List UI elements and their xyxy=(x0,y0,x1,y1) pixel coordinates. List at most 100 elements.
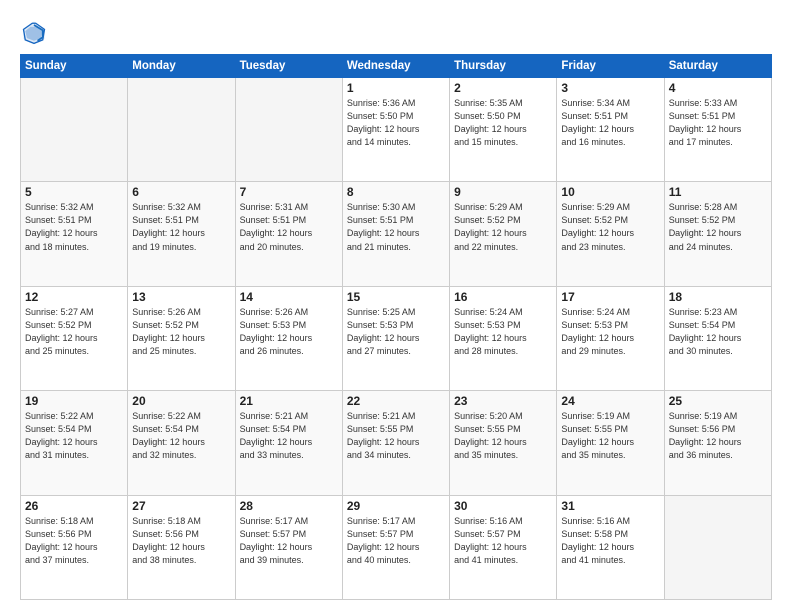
day-number: 21 xyxy=(240,394,338,408)
calendar-cell: 30 Sunrise: 5:16 AM Sunset: 5:57 PM Dayli… xyxy=(450,495,557,599)
weekday-header-friday: Friday xyxy=(557,55,664,78)
calendar-cell: 26 Sunrise: 5:18 AM Sunset: 5:56 PM Dayli… xyxy=(21,495,128,599)
calendar-cell: 9 Sunrise: 5:29 AM Sunset: 5:52 PM Daylig… xyxy=(450,182,557,286)
day-info: Sunrise: 5:18 AM Sunset: 5:56 PM Dayligh… xyxy=(25,515,123,567)
calendar-cell: 18Sunrise: 5:23 AM Sunset: 5:54 PM Dayli… xyxy=(664,286,771,390)
calendar-week-row: 1 Sunrise: 5:36 AM Sunset: 5:50 PM Daylig… xyxy=(21,78,772,182)
logo xyxy=(20,18,52,46)
day-info: Sunrise: 5:26 AM Sunset: 5:52 PM Dayligh… xyxy=(132,306,230,358)
calendar-table: SundayMondayTuesdayWednesdayThursdayFrid… xyxy=(20,54,772,600)
calendar-cell: 12 Sunrise: 5:27 AM Sunset: 5:52 PM Dayli… xyxy=(21,286,128,390)
day-number: 24 xyxy=(561,394,659,408)
day-number: 15 xyxy=(347,290,445,304)
calendar-week-row: 19 Sunrise: 5:22 AM Sunset: 5:54 PM Dayli… xyxy=(21,391,772,495)
day-number: 2 xyxy=(454,81,552,95)
day-number: 29 xyxy=(347,499,445,513)
calendar-cell xyxy=(21,78,128,182)
day-info: Sunrise: 5:22 AM Sunset: 5:54 PM Dayligh… xyxy=(25,410,123,462)
calendar-cell: 24Sunrise: 5:19 AM Sunset: 5:55 PM Dayli… xyxy=(557,391,664,495)
weekday-header-saturday: Saturday xyxy=(664,55,771,78)
calendar-cell xyxy=(664,495,771,599)
page: SundayMondayTuesdayWednesdayThursdayFrid… xyxy=(0,0,792,612)
calendar-cell: 6 Sunrise: 5:32 AM Sunset: 5:51 PM Daylig… xyxy=(128,182,235,286)
calendar-cell: 29 Sunrise: 5:17 AM Sunset: 5:57 PM Dayli… xyxy=(342,495,449,599)
day-number: 7 xyxy=(240,185,338,199)
calendar-cell: 25 Sunrise: 5:19 AM Sunset: 5:56 PM Dayli… xyxy=(664,391,771,495)
calendar-week-row: 5 Sunrise: 5:32 AM Sunset: 5:51 PM Daylig… xyxy=(21,182,772,286)
calendar-week-row: 12 Sunrise: 5:27 AM Sunset: 5:52 PM Dayli… xyxy=(21,286,772,390)
day-info: Sunrise: 5:20 AM Sunset: 5:55 PM Dayligh… xyxy=(454,410,552,462)
calendar-cell: 5 Sunrise: 5:32 AM Sunset: 5:51 PM Daylig… xyxy=(21,182,128,286)
day-number: 4 xyxy=(669,81,767,95)
day-number: 19 xyxy=(25,394,123,408)
day-number: 22 xyxy=(347,394,445,408)
calendar-cell: 14 Sunrise: 5:26 AM Sunset: 5:53 PM Dayli… xyxy=(235,286,342,390)
calendar-cell: 21 Sunrise: 5:21 AM Sunset: 5:54 PM Dayli… xyxy=(235,391,342,495)
day-info: Sunrise: 5:18 AM Sunset: 5:56 PM Dayligh… xyxy=(132,515,230,567)
weekday-header-row: SundayMondayTuesdayWednesdayThursdayFrid… xyxy=(21,55,772,78)
day-info: Sunrise: 5:35 AM Sunset: 5:50 PM Dayligh… xyxy=(454,97,552,149)
weekday-header-wednesday: Wednesday xyxy=(342,55,449,78)
day-info: Sunrise: 5:17 AM Sunset: 5:57 PM Dayligh… xyxy=(347,515,445,567)
day-info: Sunrise: 5:33 AM Sunset: 5:51 PM Dayligh… xyxy=(669,97,767,149)
calendar-cell xyxy=(235,78,342,182)
calendar-cell: 22 Sunrise: 5:21 AM Sunset: 5:55 PM Dayli… xyxy=(342,391,449,495)
header xyxy=(20,18,772,46)
day-info: Sunrise: 5:21 AM Sunset: 5:54 PM Dayligh… xyxy=(240,410,338,462)
day-info: Sunrise: 5:32 AM Sunset: 5:51 PM Dayligh… xyxy=(132,201,230,253)
day-info: Sunrise: 5:29 AM Sunset: 5:52 PM Dayligh… xyxy=(561,201,659,253)
day-info: Sunrise: 5:30 AM Sunset: 5:51 PM Dayligh… xyxy=(347,201,445,253)
day-number: 31 xyxy=(561,499,659,513)
logo-icon xyxy=(20,18,48,46)
day-number: 11 xyxy=(669,185,767,199)
calendar-cell: 20 Sunrise: 5:22 AM Sunset: 5:54 PM Dayli… xyxy=(128,391,235,495)
day-info: Sunrise: 5:22 AM Sunset: 5:54 PM Dayligh… xyxy=(132,410,230,462)
day-number: 28 xyxy=(240,499,338,513)
calendar-cell: 15 Sunrise: 5:25 AM Sunset: 5:53 PM Dayli… xyxy=(342,286,449,390)
weekday-header-tuesday: Tuesday xyxy=(235,55,342,78)
calendar-cell: 31 Sunrise: 5:16 AM Sunset: 5:58 PM Dayli… xyxy=(557,495,664,599)
calendar-cell: 10Sunrise: 5:29 AM Sunset: 5:52 PM Dayli… xyxy=(557,182,664,286)
calendar-cell: 2 Sunrise: 5:35 AM Sunset: 5:50 PM Daylig… xyxy=(450,78,557,182)
calendar-cell: 1 Sunrise: 5:36 AM Sunset: 5:50 PM Daylig… xyxy=(342,78,449,182)
calendar-cell: 8 Sunrise: 5:30 AM Sunset: 5:51 PM Daylig… xyxy=(342,182,449,286)
day-number: 23 xyxy=(454,394,552,408)
day-number: 18 xyxy=(669,290,767,304)
day-number: 3 xyxy=(561,81,659,95)
day-number: 30 xyxy=(454,499,552,513)
day-info: Sunrise: 5:19 AM Sunset: 5:56 PM Dayligh… xyxy=(669,410,767,462)
calendar-cell: 11Sunrise: 5:28 AM Sunset: 5:52 PM Dayli… xyxy=(664,182,771,286)
day-info: Sunrise: 5:16 AM Sunset: 5:57 PM Dayligh… xyxy=(454,515,552,567)
day-info: Sunrise: 5:16 AM Sunset: 5:58 PM Dayligh… xyxy=(561,515,659,567)
day-number: 20 xyxy=(132,394,230,408)
day-number: 9 xyxy=(454,185,552,199)
day-number: 8 xyxy=(347,185,445,199)
day-number: 1 xyxy=(347,81,445,95)
calendar-cell: 28Sunrise: 5:17 AM Sunset: 5:57 PM Dayli… xyxy=(235,495,342,599)
day-number: 14 xyxy=(240,290,338,304)
day-number: 6 xyxy=(132,185,230,199)
weekday-header-monday: Monday xyxy=(128,55,235,78)
day-info: Sunrise: 5:25 AM Sunset: 5:53 PM Dayligh… xyxy=(347,306,445,358)
day-info: Sunrise: 5:27 AM Sunset: 5:52 PM Dayligh… xyxy=(25,306,123,358)
day-info: Sunrise: 5:24 AM Sunset: 5:53 PM Dayligh… xyxy=(454,306,552,358)
day-info: Sunrise: 5:24 AM Sunset: 5:53 PM Dayligh… xyxy=(561,306,659,358)
weekday-header-sunday: Sunday xyxy=(21,55,128,78)
calendar-week-row: 26 Sunrise: 5:18 AM Sunset: 5:56 PM Dayli… xyxy=(21,495,772,599)
weekday-header-thursday: Thursday xyxy=(450,55,557,78)
day-number: 25 xyxy=(669,394,767,408)
calendar-cell: 27 Sunrise: 5:18 AM Sunset: 5:56 PM Dayli… xyxy=(128,495,235,599)
day-info: Sunrise: 5:26 AM Sunset: 5:53 PM Dayligh… xyxy=(240,306,338,358)
calendar-cell xyxy=(128,78,235,182)
day-number: 26 xyxy=(25,499,123,513)
day-number: 27 xyxy=(132,499,230,513)
calendar-cell: 13Sunrise: 5:26 AM Sunset: 5:52 PM Dayli… xyxy=(128,286,235,390)
day-info: Sunrise: 5:32 AM Sunset: 5:51 PM Dayligh… xyxy=(25,201,123,253)
day-number: 12 xyxy=(25,290,123,304)
day-info: Sunrise: 5:31 AM Sunset: 5:51 PM Dayligh… xyxy=(240,201,338,253)
day-number: 5 xyxy=(25,185,123,199)
day-info: Sunrise: 5:21 AM Sunset: 5:55 PM Dayligh… xyxy=(347,410,445,462)
day-info: Sunrise: 5:36 AM Sunset: 5:50 PM Dayligh… xyxy=(347,97,445,149)
calendar-cell: 7 Sunrise: 5:31 AM Sunset: 5:51 PM Daylig… xyxy=(235,182,342,286)
day-info: Sunrise: 5:29 AM Sunset: 5:52 PM Dayligh… xyxy=(454,201,552,253)
